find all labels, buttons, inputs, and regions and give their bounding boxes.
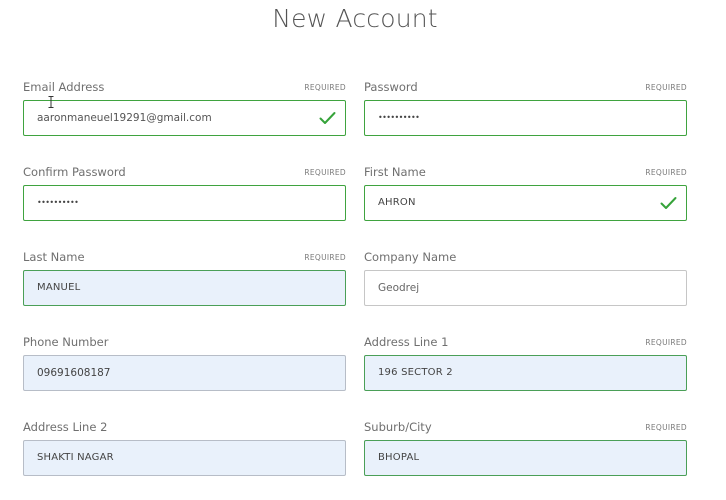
first-name-required-tag: REQUIRED (645, 168, 687, 177)
email-value: aaronmaneuel19291@gmail.com (37, 112, 212, 124)
address-line-2-label: Address Line 2 (23, 420, 108, 434)
email-required-tag: REQUIRED (304, 83, 346, 92)
confirm-password-input[interactable]: •••••••••• (23, 185, 346, 221)
address-line-2-value: SHAKTI NAGAR (37, 452, 114, 463)
address-line-1-required-tag: REQUIRED (645, 338, 687, 347)
address-line-1-label: Address Line 1 (364, 335, 449, 349)
company-name-field-group: Company Name Geodrej (364, 250, 687, 306)
password-required-tag: REQUIRED (645, 83, 687, 92)
company-name-value: Geodrej (378, 282, 420, 294)
suburb-city-input[interactable]: BHOPAL (364, 440, 687, 476)
email-field-group: Email Address REQUIRED aaronmaneuel19291… (23, 80, 346, 136)
text-cursor-icon (48, 96, 54, 108)
check-icon (319, 112, 336, 124)
suburb-city-value: BHOPAL (378, 452, 420, 463)
last-name-required-tag: REQUIRED (304, 253, 346, 262)
password-field-group: Password REQUIRED •••••••••• (364, 80, 687, 136)
check-icon (660, 197, 677, 209)
address-line-2-input[interactable]: SHAKTI NAGAR (23, 440, 346, 476)
suburb-city-field-group: Suburb/City REQUIRED BHOPAL (364, 420, 687, 476)
address-line-1-input[interactable]: 196 SECTOR 2 (364, 355, 687, 391)
suburb-city-required-tag: REQUIRED (645, 423, 687, 432)
confirm-password-field-group: Confirm Password REQUIRED •••••••••• (23, 165, 346, 221)
company-name-input[interactable]: Geodrej (364, 270, 687, 306)
password-input[interactable]: •••••••••• (364, 100, 687, 136)
address-line-1-value: 196 SECTOR 2 (378, 367, 453, 378)
confirm-password-label: Confirm Password (23, 165, 126, 179)
password-value: •••••••••• (378, 113, 420, 122)
first-name-value: AHRON (378, 197, 416, 208)
last-name-label: Last Name (23, 250, 85, 264)
address-line-1-field-group: Address Line 1 REQUIRED 196 SECTOR 2 (364, 335, 687, 391)
address-line-2-field-group: Address Line 2 SHAKTI NAGAR (23, 420, 346, 476)
confirm-password-value: •••••••••• (37, 198, 79, 207)
phone-number-value: 09691608187 (37, 367, 111, 379)
first-name-field-group: First Name REQUIRED AHRON (364, 165, 687, 221)
phone-number-input[interactable]: 09691608187 (23, 355, 346, 391)
phone-number-label: Phone Number (23, 335, 109, 349)
page-title: New Account (272, 4, 438, 33)
first-name-input[interactable]: AHRON (364, 185, 687, 221)
password-label: Password (364, 80, 418, 94)
last-name-value: MANUEL (37, 282, 81, 293)
suburb-city-label: Suburb/City (364, 420, 432, 434)
phone-number-field-group: Phone Number 09691608187 (23, 335, 346, 391)
first-name-label: First Name (364, 165, 426, 179)
last-name-input[interactable]: MANUEL (23, 270, 346, 306)
email-label: Email Address (23, 80, 105, 94)
confirm-password-required-tag: REQUIRED (304, 168, 346, 177)
company-name-label: Company Name (364, 250, 457, 264)
email-input[interactable]: aaronmaneuel19291@gmail.com (23, 100, 346, 136)
last-name-field-group: Last Name REQUIRED MANUEL (23, 250, 346, 306)
